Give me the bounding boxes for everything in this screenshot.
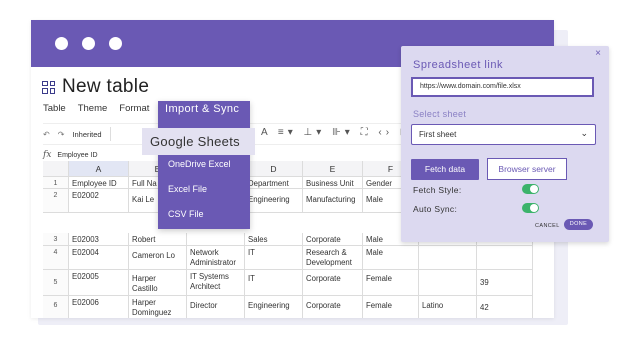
table-cell[interactable]: Corporate bbox=[303, 233, 363, 246]
sheet-select[interactable]: First sheet ⌄ bbox=[411, 124, 596, 145]
table-cell[interactable]: Latino bbox=[419, 296, 477, 318]
table-cell[interactable]: Director bbox=[187, 296, 245, 318]
table-cell[interactable]: Corporate bbox=[303, 270, 363, 296]
cancel-button[interactable]: CANCEL bbox=[535, 223, 560, 229]
table-cell[interactable] bbox=[419, 270, 477, 296]
import-sync-menu: Import & Sync OneDrive Excel Excel File … bbox=[158, 101, 250, 229]
column-header[interactable]: D bbox=[245, 161, 303, 177]
table-cell[interactable]: Male bbox=[363, 246, 419, 270]
fetch-style-label: Fetch Style: bbox=[413, 185, 462, 195]
fetch-style-toggle[interactable] bbox=[522, 184, 539, 194]
table-cell[interactable]: Harper Dominguez bbox=[129, 296, 187, 318]
fetch-data-button[interactable]: Fetch data bbox=[411, 159, 479, 180]
row-number[interactable]: 4 bbox=[43, 246, 69, 270]
formula-value[interactable]: Employee ID bbox=[57, 152, 97, 159]
table-cell[interactable]: E02006 bbox=[69, 296, 129, 318]
formula-bar: fx Employee ID bbox=[43, 148, 98, 162]
menu-bar: Table Theme Format bbox=[43, 103, 149, 114]
table-cell[interactable]: 39 bbox=[477, 270, 533, 296]
window-dot-icon[interactable] bbox=[55, 37, 68, 50]
code-icon[interactable]: ‹› bbox=[378, 127, 393, 138]
table-cell[interactable] bbox=[419, 246, 477, 270]
auto-sync-label: Auto Sync: bbox=[413, 204, 458, 214]
valign-icon[interactable]: ⊥▾ bbox=[304, 127, 326, 138]
window-dot-icon[interactable] bbox=[109, 37, 122, 50]
table-cell[interactable]: Engineering bbox=[245, 189, 303, 213]
panel-title: Spreadsheet link bbox=[413, 59, 503, 71]
column-header[interactable]: E bbox=[303, 161, 363, 177]
format-tools: A ≡▾ ⊥▾ ⊪▾ ⛶ ‹› ⊞ bbox=[261, 127, 412, 138]
table-cell[interactable]: Harper Castillo bbox=[129, 270, 187, 296]
stage: New table Table Theme Format ↶ ↷ Inherit… bbox=[0, 0, 630, 348]
browser-server-button[interactable]: Browser server bbox=[487, 158, 567, 180]
sheet-select-value: First sheet bbox=[419, 130, 457, 139]
chevron-down-icon: ⌄ bbox=[580, 128, 588, 138]
row-number[interactable]: 5 bbox=[43, 270, 69, 296]
row-number[interactable]: 3 bbox=[43, 233, 69, 246]
table-cell[interactable] bbox=[187, 233, 245, 246]
table-cell[interactable]: E02005 bbox=[69, 270, 129, 296]
table-cell[interactable]: Cameron Lo bbox=[129, 246, 187, 270]
table-cell[interactable]: Female bbox=[363, 270, 419, 296]
menu-item-excel-file[interactable]: Excel File bbox=[168, 184, 207, 194]
table-grid-icon bbox=[42, 80, 55, 94]
table-cell[interactable]: IT bbox=[245, 270, 303, 296]
table-cell[interactable]: E02004 bbox=[69, 246, 129, 270]
table-cell[interactable]: Robert bbox=[129, 233, 187, 246]
toggle-knob bbox=[530, 185, 538, 193]
url-input[interactable]: https://www.domain.com/file.xlsx bbox=[411, 77, 594, 97]
row-number[interactable]: 6 bbox=[43, 296, 69, 318]
table-cell[interactable]: E02002 bbox=[69, 189, 129, 213]
import-sync-header[interactable]: Import & Sync bbox=[158, 103, 250, 115]
menu-table[interactable]: Table bbox=[43, 103, 66, 114]
column-header[interactable]: A bbox=[69, 161, 129, 177]
row-number[interactable]: 2 bbox=[43, 189, 69, 213]
spreadsheet-link-panel: × Spreadsheet link https://www.domain.co… bbox=[401, 46, 609, 242]
menu-theme[interactable]: Theme bbox=[78, 103, 108, 114]
table-cell[interactable]: Network Administrator bbox=[187, 246, 245, 270]
table-cell[interactable]: 42 bbox=[477, 296, 533, 318]
doc-title: New table bbox=[42, 76, 149, 98]
table-cell[interactable]: Employee ID bbox=[69, 177, 129, 189]
table-cell[interactable]: Sales bbox=[245, 233, 303, 246]
table-cell[interactable]: E02003 bbox=[69, 233, 129, 246]
auto-sync-toggle[interactable] bbox=[522, 203, 539, 213]
table-cell[interactable]: Engineering bbox=[245, 296, 303, 318]
table-cell[interactable]: Department bbox=[245, 177, 303, 189]
table-cell[interactable] bbox=[477, 246, 533, 270]
table-cell[interactable]: IT bbox=[245, 246, 303, 270]
doc-title-text[interactable]: New table bbox=[62, 76, 149, 98]
table-cell[interactable]: Corporate bbox=[303, 296, 363, 318]
table-row: 6 E02006 Harper Dominguez Director Engin… bbox=[43, 296, 533, 318]
menu-item-google-sheets[interactable]: Google Sheets bbox=[142, 128, 255, 155]
insert-column-icon[interactable]: ⊪▾ bbox=[332, 127, 354, 138]
menu-format[interactable]: Format bbox=[119, 103, 149, 114]
table-cell[interactable]: IT Systems Architect bbox=[187, 270, 245, 296]
table-cell[interactable]: Female bbox=[363, 296, 419, 318]
undo-icon[interactable]: ↶ bbox=[43, 130, 50, 139]
align-icon[interactable]: ≡▾ bbox=[278, 127, 297, 138]
redo-icon[interactable]: ↷ bbox=[58, 130, 65, 139]
row-number[interactable]: 1 bbox=[43, 177, 69, 189]
fx-icon: fx bbox=[43, 150, 52, 160]
table-cell[interactable]: Business Unit bbox=[303, 177, 363, 189]
fullscreen-icon[interactable]: ⛶ bbox=[361, 127, 372, 138]
done-button[interactable]: DONE bbox=[564, 219, 593, 230]
corner-cell[interactable] bbox=[43, 161, 69, 177]
font-family-select[interactable]: Inherited bbox=[72, 130, 101, 139]
menu-item-onedrive-excel[interactable]: OneDrive Excel bbox=[168, 159, 231, 169]
table-row: 5 E02005 Harper Castillo IT Systems Arch… bbox=[43, 270, 533, 296]
toggle-knob bbox=[530, 204, 538, 212]
table-cell[interactable]: Manufacturing bbox=[303, 189, 363, 213]
menu-item-csv-file[interactable]: CSV File bbox=[168, 209, 204, 219]
table-cell[interactable]: Research & Development bbox=[303, 246, 363, 270]
select-sheet-label: Select sheet bbox=[413, 109, 467, 119]
font-color-icon[interactable]: A bbox=[261, 127, 271, 138]
table-row: 4 E02004 Cameron Lo Network Administrato… bbox=[43, 246, 533, 270]
toolbar-divider bbox=[109, 127, 111, 141]
window-dot-icon[interactable] bbox=[82, 37, 95, 50]
close-icon[interactable]: × bbox=[595, 48, 601, 59]
